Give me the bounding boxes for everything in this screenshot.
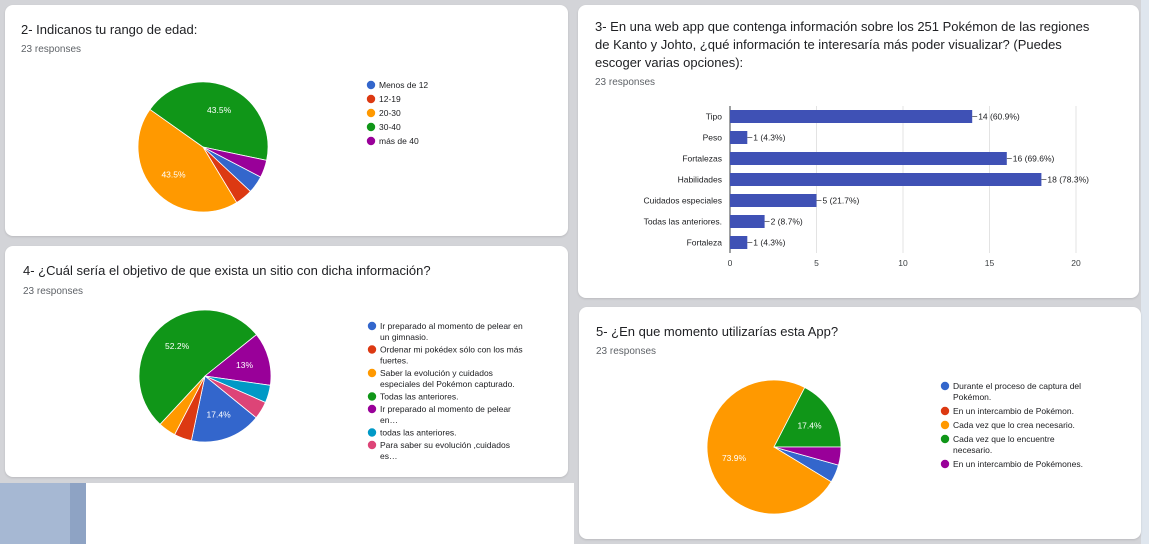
x-tick-label: 10 <box>898 258 908 268</box>
category-label: Habilidades <box>678 175 722 185</box>
slice-percent-label: 73.9% <box>722 453 747 463</box>
legend-swatch <box>367 440 377 450</box>
bar-value-label: 18 (78.3%) <box>1047 175 1089 185</box>
category-label: Todas las anteriores. <box>644 217 722 227</box>
pie-chart-moment: 73.9% 17.4% Durante el proceso de captura … <box>706 379 1083 515</box>
legend-label: 30-40 <box>379 122 401 132</box>
bar-value-label: 16 (69.6%) <box>1013 154 1055 164</box>
x-tick-label: 20 <box>1071 258 1081 268</box>
legend-swatch <box>940 434 950 444</box>
legend-label: Cada vez que lo crea necesario. <box>953 420 1075 430</box>
legend-label: 12-19 <box>379 94 401 104</box>
legend-swatch <box>366 94 376 104</box>
bar-chart-info: 0 5 10 15 20 Tipo 14 (60.9%) Peso 1 (4.3%) Fortal… <box>644 106 1089 268</box>
blank-panel <box>86 483 574 544</box>
legend-label: Durante el proceso de captura del Pokémon… <box>953 381 1081 402</box>
legend-label: 20-30 <box>379 108 401 118</box>
pie-chart-purpose: 17.4% 52.2% 13% Ir preparado al momento de … <box>138 309 523 461</box>
card-q3: 3- En una web app que contenga informaci… <box>578 5 1139 298</box>
bar <box>730 194 817 207</box>
legend-label: Ir preparado al momento de pelear en… <box>380 404 511 425</box>
card-q5: 5- ¿En que momento utilizarías esta App?… <box>579 307 1141 539</box>
bar-value-label: 2 (8.7%) <box>771 217 803 227</box>
legend-label: Para saber su evolución ,cuidados es… <box>380 440 510 461</box>
category-label: Cuidados especiales <box>644 196 722 206</box>
legend-label: Saber la evolución y cuidados especiales … <box>380 368 515 389</box>
x-tick-label: 5 <box>814 258 819 268</box>
legend-label: todas las anteriores. <box>380 428 457 438</box>
legend-swatch <box>940 420 950 430</box>
legend-swatch <box>366 108 376 118</box>
category-label: Tipo <box>706 112 722 122</box>
bar <box>730 110 973 123</box>
legend-swatch <box>366 122 376 132</box>
bar-value-label: 1 (4.3%) <box>753 133 785 143</box>
legend-label: Cada vez que lo encuentre necesario. <box>953 434 1055 455</box>
legend-label: En un intercambio de Pokémones. <box>953 459 1083 469</box>
slice-percent-label: 43.5% <box>161 169 186 179</box>
category-label: Fortalezas <box>682 154 722 164</box>
legend-swatch <box>366 136 376 146</box>
slice-percent-label: 13% <box>236 360 253 370</box>
category-label: Fortaleza <box>687 238 723 248</box>
legend-label: Ir preparado al momento de pelear en un g… <box>380 321 523 342</box>
card-q2: 2- Indicanos tu rango de edad: 23 respon… <box>5 5 568 236</box>
legend-swatch <box>940 406 950 416</box>
legend-label: Todas las anteriores. <box>380 392 458 402</box>
bar <box>730 215 765 228</box>
legend-swatch <box>940 459 950 469</box>
slice-percent-label: 52.2% <box>165 341 190 351</box>
legend-swatch <box>940 381 950 391</box>
legend-swatch <box>367 392 377 401</box>
bar <box>730 131 748 144</box>
x-tick-label: 15 <box>985 258 995 268</box>
legend-swatch <box>367 345 377 354</box>
legend-swatch <box>367 368 377 378</box>
slice-percent-label: 43.5% <box>207 105 232 115</box>
bar <box>730 173 1042 186</box>
legend-label: más de 40 <box>379 136 419 146</box>
desktop-strip <box>70 483 86 544</box>
legend-label: En un intercambio de Pokémon. <box>953 406 1074 416</box>
legend-label: Ordenar mi pokédex sólo con los más fuert… <box>380 345 523 366</box>
pie-chart-age: 43.5% 43.5% Menos de 12 12-19 20-30 30-40 más … <box>137 80 428 213</box>
window-edge <box>1141 0 1149 544</box>
slice-percent-label: 17.4% <box>207 410 232 420</box>
legend-swatch <box>367 428 377 437</box>
category-label: Peso <box>703 133 723 143</box>
card-q4: 4- ¿Cuál sería el objetivo de que exista… <box>5 246 568 477</box>
bar <box>730 152 1007 165</box>
bar-value-label: 1 (4.3%) <box>753 238 785 248</box>
legend-swatch <box>367 321 377 331</box>
legend-label: Menos de 12 <box>379 80 428 90</box>
legend-swatch <box>367 404 377 414</box>
bar <box>730 236 748 249</box>
slice-percent-label: 17.4% <box>797 420 822 430</box>
bar-value-label: 5 (21.7%) <box>823 196 860 206</box>
x-tick-label: 0 <box>728 258 733 268</box>
legend-swatch <box>366 80 376 90</box>
bar-value-label: 14 (60.9%) <box>978 112 1020 122</box>
